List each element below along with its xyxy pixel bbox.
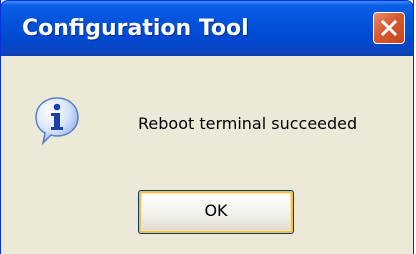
dialog-body: Reboot terminal succeeded OK (1, 56, 413, 254)
close-button[interactable] (373, 12, 405, 44)
dialog-title: Configuration Tool (22, 16, 249, 41)
title-bar[interactable]: Configuration Tool (0, 0, 414, 56)
dialog-message: Reboot terminal succeeded (138, 114, 358, 133)
dialog-window: Configuration Tool Reboot terminal succe… (0, 0, 414, 254)
ok-button[interactable]: OK (138, 190, 294, 234)
close-icon (380, 19, 398, 37)
info-icon (35, 97, 79, 146)
